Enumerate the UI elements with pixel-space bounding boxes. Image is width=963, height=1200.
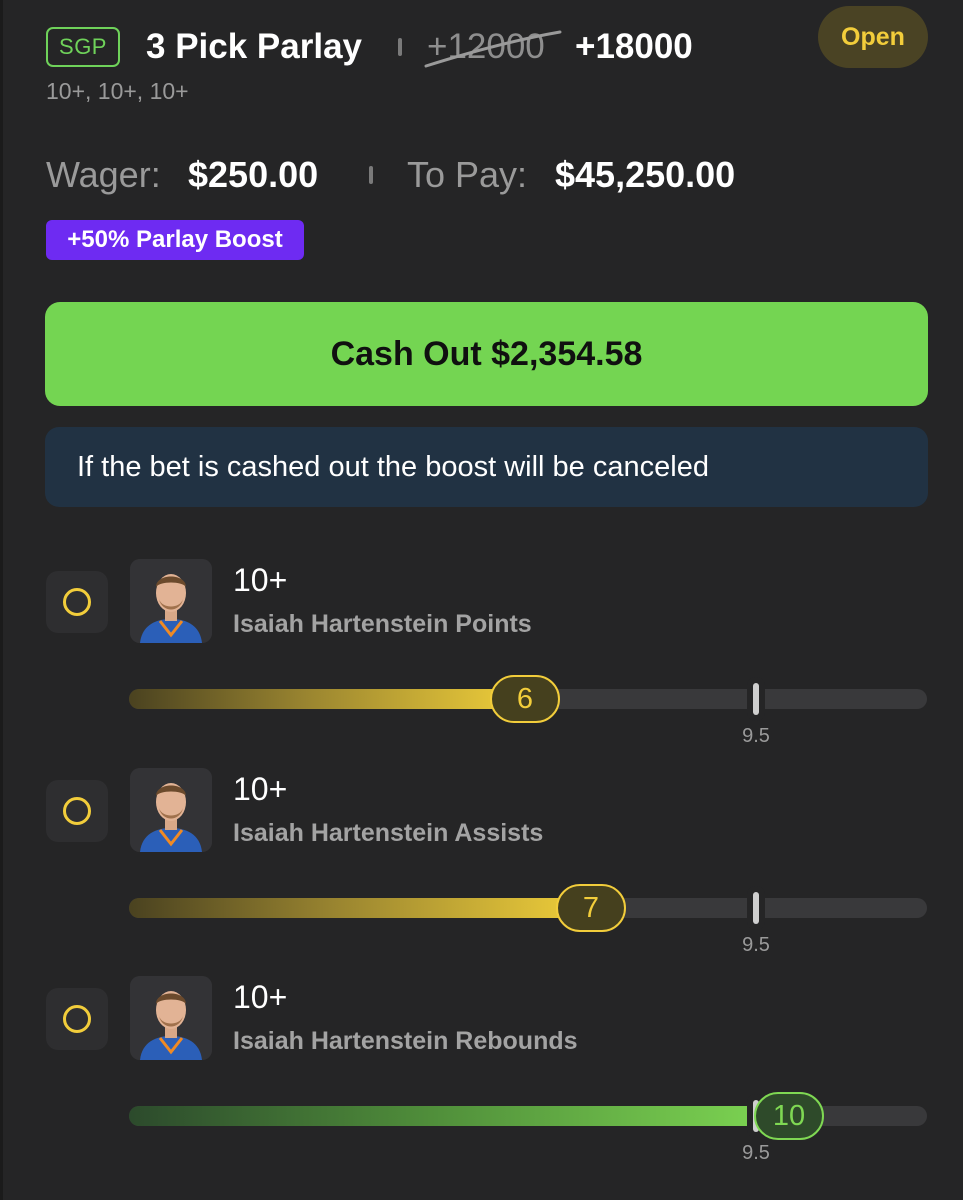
target-label: 9.5 — [742, 725, 770, 747]
target-label: 9.5 — [742, 934, 770, 956]
leg-market: Isaiah Hartenstein Rebounds — [233, 1027, 578, 1055]
pending-circle-icon — [63, 588, 91, 616]
parlay-boost-badge: +50% Parlay Boost — [46, 220, 304, 260]
progress-track: 9.5 10 — [129, 1092, 927, 1164]
summary-divider — [369, 166, 373, 184]
title-divider — [398, 38, 402, 56]
notice-text: If the bet is cashed out the boost will … — [77, 450, 709, 483]
leg-market: Isaiah Hartenstein Assists — [233, 819, 544, 847]
parlay-title: 3 Pick Parlay — [146, 27, 362, 66]
leg-status-indicator — [46, 988, 108, 1050]
player-headshot-icon — [130, 768, 212, 852]
to-pay-label: To Pay: — [407, 154, 528, 195]
wager-label: Wager: — [46, 154, 161, 195]
target-tick — [753, 892, 759, 924]
original-odds: +12000 — [427, 27, 545, 66]
progress-fill — [129, 898, 591, 918]
cash-out-button[interactable]: Cash Out $2,354.58 — [45, 302, 928, 406]
progress-fill — [129, 689, 525, 709]
pending-circle-icon — [63, 797, 91, 825]
leg-status-indicator — [46, 571, 108, 633]
leg-market: Isaiah Hartenstein Points — [233, 610, 532, 638]
leg-line: 10+ — [233, 562, 288, 598]
boost-cancel-notice: If the bet is cashed out the boost will … — [45, 427, 928, 507]
leg-line: 10+ — [233, 979, 288, 1015]
parlay-legs-summary: 10+, 10+, 10+ — [46, 78, 189, 104]
player-avatar — [130, 976, 212, 1060]
progress-track: 9.5 7 — [129, 884, 927, 956]
leg-line: 10+ — [233, 771, 288, 807]
sgp-badge: SGP — [46, 27, 120, 67]
progress-track: 9.5 6 — [129, 675, 927, 747]
to-pay-value: $45,250.00 — [555, 154, 736, 195]
player-avatar — [130, 559, 212, 643]
leg-item: 10+ Isaiah Hartenstein Rebounds 9.5 10 — [0, 976, 963, 1176]
current-value-pill: 7 — [556, 884, 626, 932]
target-tick — [753, 683, 759, 715]
leg-item: 10+ Isaiah Hartenstein Points 9.5 6 — [0, 559, 963, 759]
progress-fill — [129, 1106, 789, 1126]
boosted-odds: +18000 — [575, 27, 693, 66]
wager-value: $250.00 — [188, 154, 319, 195]
player-avatar — [130, 768, 212, 852]
pending-circle-icon — [63, 1005, 91, 1033]
player-headshot-icon — [130, 976, 212, 1060]
target-label: 9.5 — [742, 1142, 770, 1164]
player-headshot-icon — [130, 559, 212, 643]
current-value-pill: 10 — [754, 1092, 824, 1140]
leg-status-indicator — [46, 780, 108, 842]
status-badge: Open — [818, 6, 928, 68]
leg-item: 10+ Isaiah Hartenstein Assists 9.5 7 — [0, 768, 963, 968]
parlay-card: SGP 3 Pick Parlay +12000 +18000 Open 10+… — [0, 0, 963, 1200]
current-value-pill: 6 — [490, 675, 560, 723]
